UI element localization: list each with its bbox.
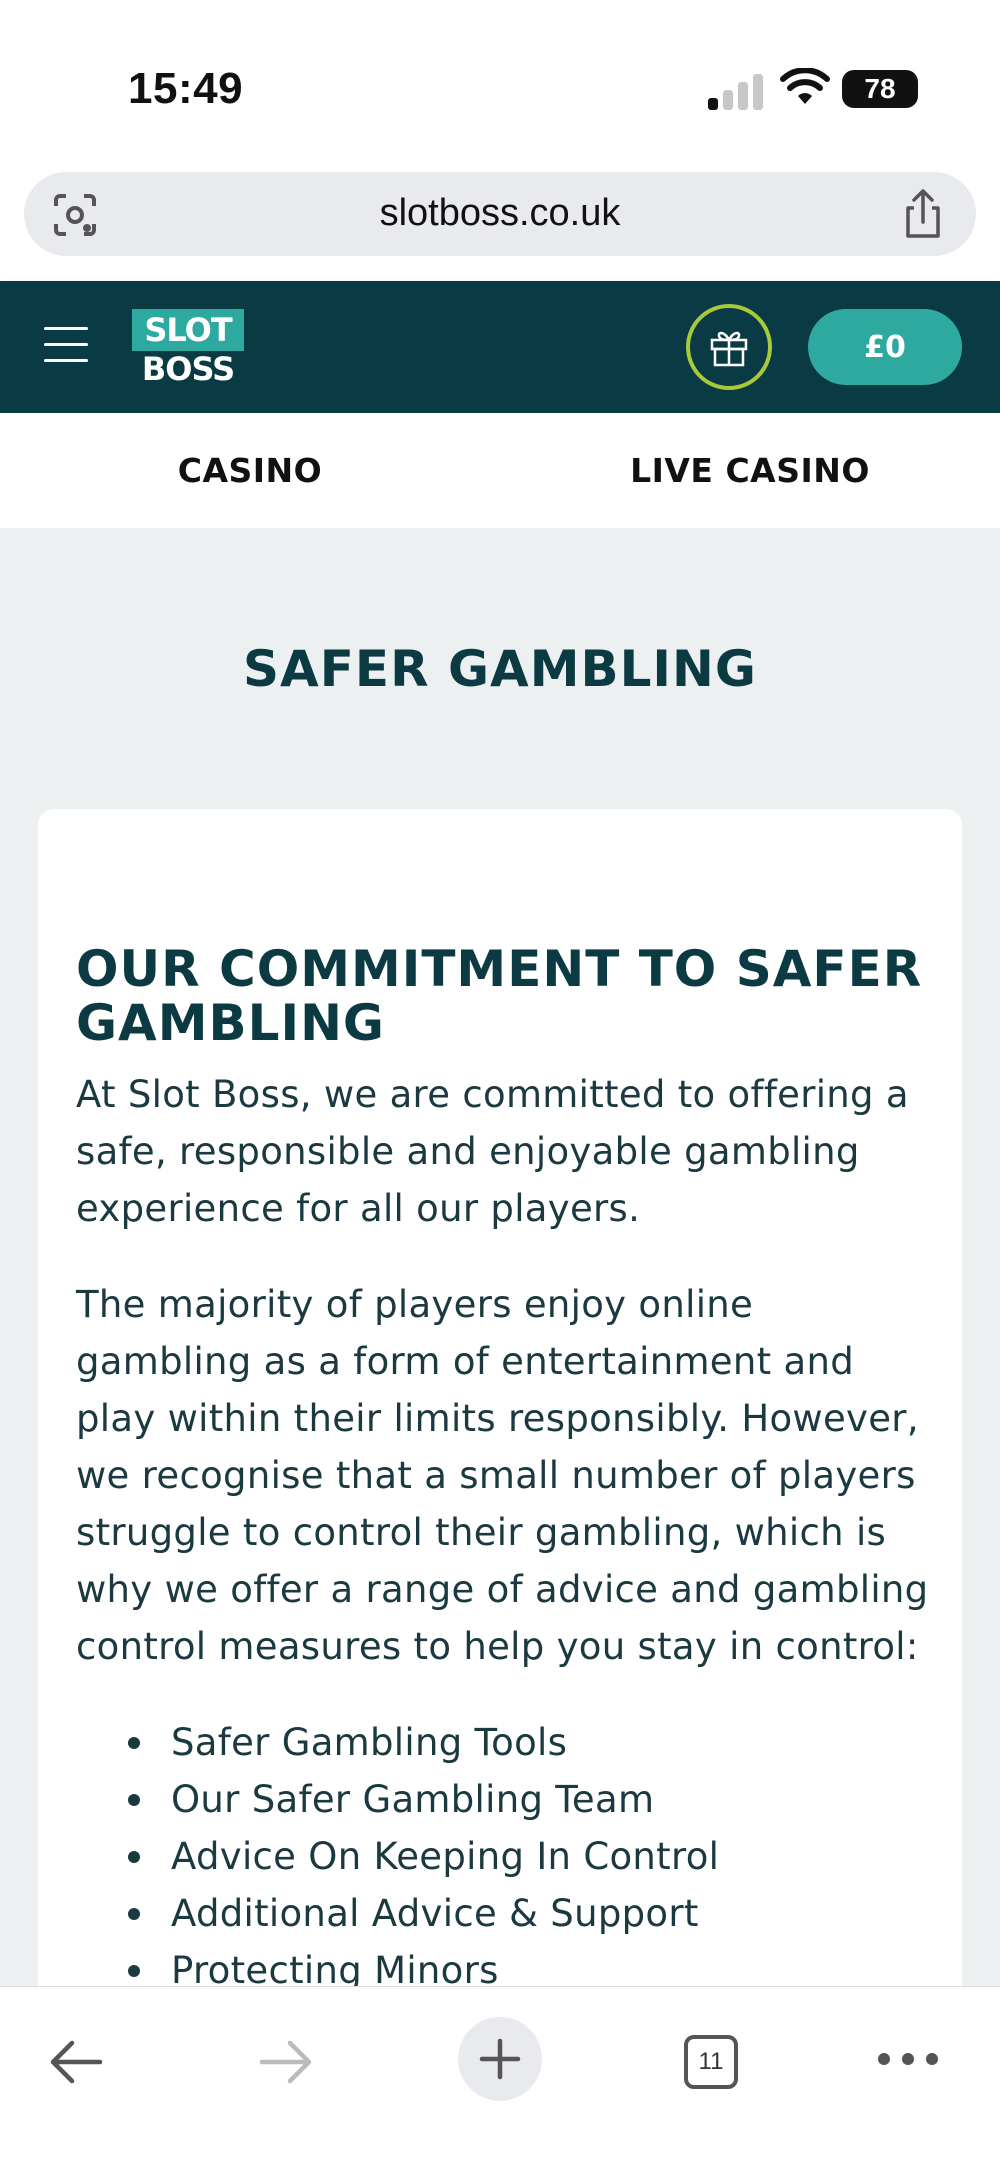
- gift-button[interactable]: [686, 304, 772, 390]
- tab-switcher-button[interactable]: 11: [684, 2035, 738, 2089]
- list-item[interactable]: Safer Gambling Tools: [76, 1714, 936, 1771]
- slot-boss-logo[interactable]: SLOT BOSS: [132, 309, 244, 388]
- list-item[interactable]: Additional Advice & Support: [76, 1885, 936, 1942]
- share-icon[interactable]: [900, 188, 946, 240]
- tab-live-casino[interactable]: LIVE CASINO: [500, 451, 1000, 490]
- new-tab-button[interactable]: [458, 2017, 542, 2101]
- more-dots-icon[interactable]: [878, 2049, 938, 2069]
- back-arrow-icon[interactable]: [48, 2037, 104, 2087]
- wifi-icon: [780, 68, 830, 104]
- logo-bottom: BOSS: [141, 350, 235, 388]
- list-item[interactable]: Advice On Keeping In Control: [76, 1828, 936, 1885]
- forward-arrow-icon[interactable]: [258, 2037, 314, 2087]
- address-bar[interactable]: slotboss.co.uk: [24, 172, 976, 256]
- browser-toolbar: 11: [0, 1986, 1000, 2171]
- page-title: SAFER GAMBLING: [243, 640, 757, 698]
- battery-icon: 78: [842, 70, 918, 108]
- paragraph-intro: At Slot Boss, we are committed to offeri…: [76, 1073, 909, 1230]
- plus-icon: [479, 2038, 521, 2080]
- hamburger-menu-icon[interactable]: [44, 327, 88, 363]
- safer-gambling-list: Safer Gambling Tools Our Safer Gambling …: [76, 1714, 936, 1999]
- balance-button[interactable]: £0: [808, 309, 962, 385]
- status-bar: 15:49 78: [0, 0, 1000, 160]
- gift-icon: [710, 331, 748, 367]
- logo-top: SLOT: [132, 309, 244, 351]
- battery-level: 78: [864, 73, 896, 104]
- category-tabs: CASINO LIVE CASINO: [0, 413, 1000, 528]
- card-heading: OUR COMMITMENT TO SAFER GAMBLING: [76, 940, 923, 1052]
- url-text: slotboss.co.uk: [379, 192, 621, 234]
- status-time: 15:49: [128, 64, 244, 113]
- signal-icon: [708, 72, 764, 110]
- site-header: SLOT BOSS £0: [0, 281, 1000, 413]
- paragraph-majority: The majority of players enjoy online gam…: [76, 1283, 929, 1668]
- list-item[interactable]: Our Safer Gambling Team: [76, 1771, 936, 1828]
- tab-casino[interactable]: CASINO: [0, 451, 500, 490]
